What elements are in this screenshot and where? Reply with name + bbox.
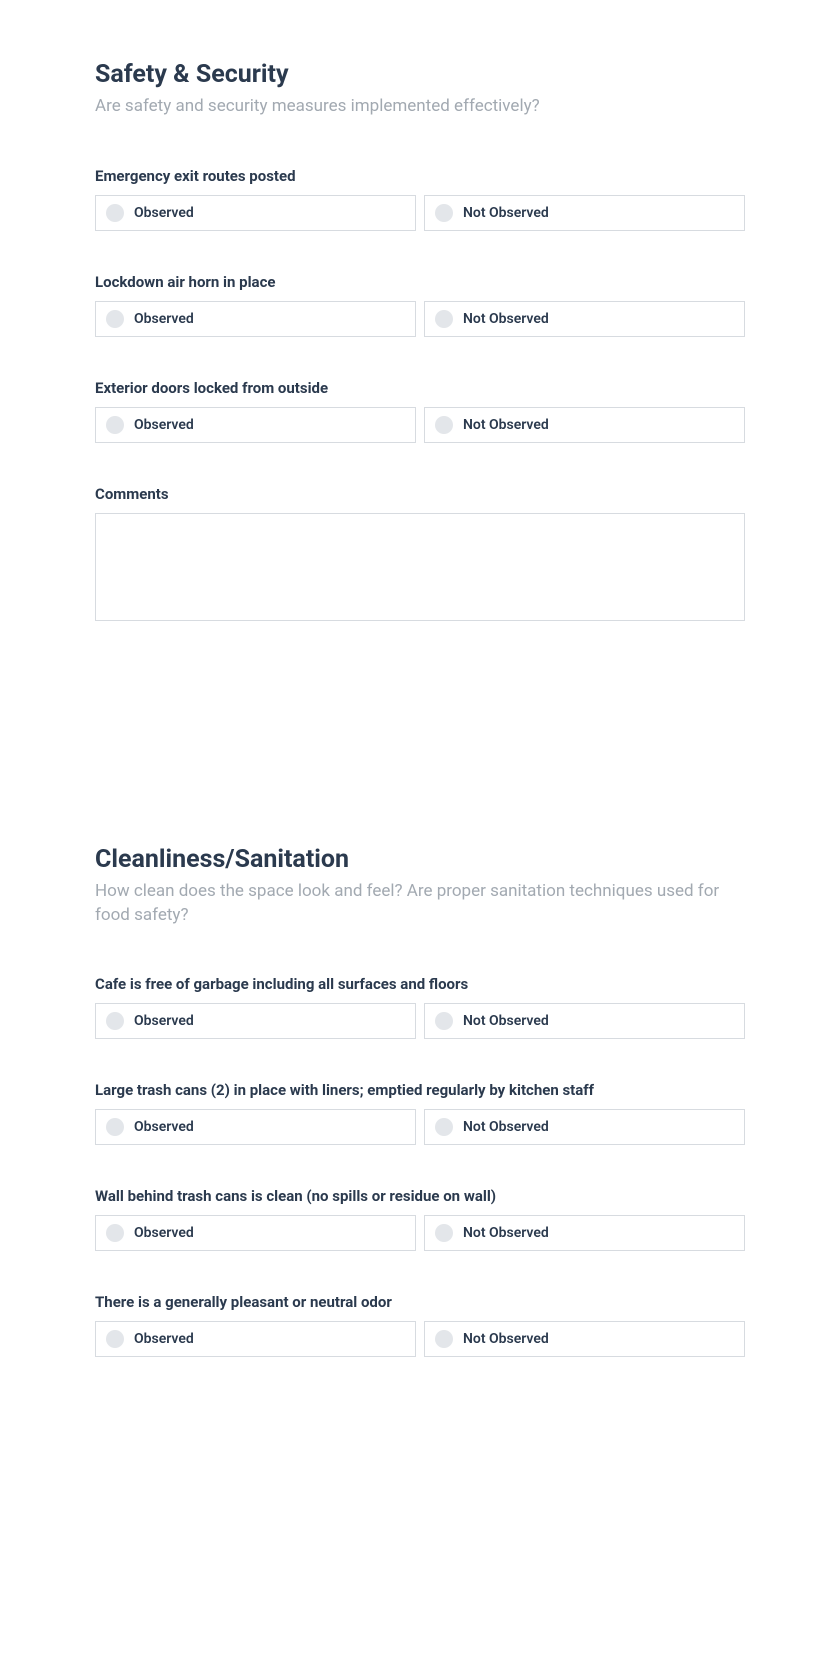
option-label: Not Observed <box>463 1331 549 1347</box>
option-label: Not Observed <box>463 1119 549 1135</box>
question-block: Emergency exit routes posted Observed No… <box>95 167 745 231</box>
question-block: Lockdown air horn in place Observed Not … <box>95 273 745 337</box>
section-safety-security: Safety & Security Are safety and securit… <box>95 60 745 625</box>
option-label: Observed <box>134 205 194 221</box>
radio-icon <box>435 1012 453 1030</box>
question-label: Exterior doors locked from outside <box>95 379 745 397</box>
question-label: Wall behind trash cans is clean (no spil… <box>95 1187 745 1205</box>
option-label: Not Observed <box>463 1013 549 1029</box>
question-label: Cafe is free of garbage including all su… <box>95 975 745 993</box>
section-title: Cleanliness/Sanitation <box>95 845 745 874</box>
comments-textarea[interactable] <box>95 513 745 621</box>
options-row: Observed Not Observed <box>95 1003 745 1039</box>
option-label: Not Observed <box>463 1225 549 1241</box>
option-observed[interactable]: Observed <box>95 1215 416 1251</box>
option-observed[interactable]: Observed <box>95 1321 416 1357</box>
question-block: Exterior doors locked from outside Obser… <box>95 379 745 443</box>
option-not-observed[interactable]: Not Observed <box>424 301 745 337</box>
options-row: Observed Not Observed <box>95 407 745 443</box>
option-label: Observed <box>134 1331 194 1347</box>
radio-icon <box>435 204 453 222</box>
option-label: Observed <box>134 1225 194 1241</box>
option-observed[interactable]: Observed <box>95 1109 416 1145</box>
section-title: Safety & Security <box>95 60 745 89</box>
question-block: Large trash cans (2) in place with liner… <box>95 1081 745 1145</box>
comments-block: Comments <box>95 485 745 625</box>
radio-icon <box>106 1118 124 1136</box>
option-not-observed[interactable]: Not Observed <box>424 407 745 443</box>
radio-icon <box>435 1118 453 1136</box>
radio-icon <box>106 204 124 222</box>
option-label: Observed <box>134 311 194 327</box>
options-row: Observed Not Observed <box>95 1321 745 1357</box>
radio-icon <box>106 416 124 434</box>
option-label: Observed <box>134 417 194 433</box>
option-observed[interactable]: Observed <box>95 301 416 337</box>
options-row: Observed Not Observed <box>95 1215 745 1251</box>
options-row: Observed Not Observed <box>95 195 745 231</box>
option-observed[interactable]: Observed <box>95 195 416 231</box>
radio-icon <box>106 1224 124 1242</box>
radio-icon <box>106 1012 124 1030</box>
radio-icon <box>106 310 124 328</box>
section-cleanliness-sanitation: Cleanliness/Sanitation How clean does th… <box>95 845 745 1358</box>
question-label: Large trash cans (2) in place with liner… <box>95 1081 745 1099</box>
section-subtitle: How clean does the space look and feel? … <box>95 880 745 928</box>
option-not-observed[interactable]: Not Observed <box>424 195 745 231</box>
option-label: Not Observed <box>463 205 549 221</box>
radio-icon <box>106 1330 124 1348</box>
comments-label: Comments <box>95 485 745 503</box>
question-block: Wall behind trash cans is clean (no spil… <box>95 1187 745 1251</box>
radio-icon <box>435 416 453 434</box>
option-not-observed[interactable]: Not Observed <box>424 1321 745 1357</box>
option-not-observed[interactable]: Not Observed <box>424 1003 745 1039</box>
question-block: There is a generally pleasant or neutral… <box>95 1293 745 1357</box>
question-label: Lockdown air horn in place <box>95 273 745 291</box>
option-not-observed[interactable]: Not Observed <box>424 1109 745 1145</box>
question-label: There is a generally pleasant or neutral… <box>95 1293 745 1311</box>
question-block: Cafe is free of garbage including all su… <box>95 975 745 1039</box>
option-label: Observed <box>134 1013 194 1029</box>
radio-icon <box>435 1330 453 1348</box>
option-label: Not Observed <box>463 311 549 327</box>
option-observed[interactable]: Observed <box>95 1003 416 1039</box>
option-label: Observed <box>134 1119 194 1135</box>
question-label: Emergency exit routes posted <box>95 167 745 185</box>
option-label: Not Observed <box>463 417 549 433</box>
radio-icon <box>435 1224 453 1242</box>
option-observed[interactable]: Observed <box>95 407 416 443</box>
option-not-observed[interactable]: Not Observed <box>424 1215 745 1251</box>
options-row: Observed Not Observed <box>95 301 745 337</box>
radio-icon <box>435 310 453 328</box>
options-row: Observed Not Observed <box>95 1109 745 1145</box>
section-subtitle: Are safety and security measures impleme… <box>95 95 745 119</box>
